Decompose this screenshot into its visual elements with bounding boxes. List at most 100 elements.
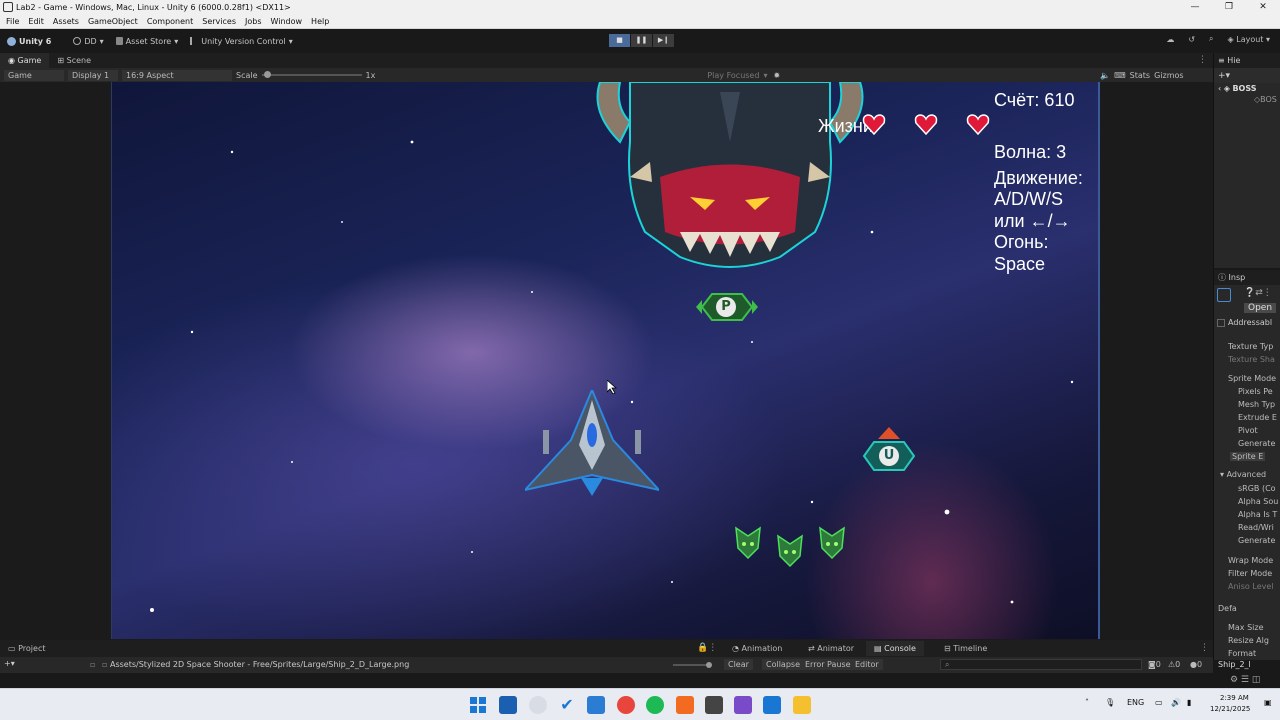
mute-audio-icon[interactable]: 🔈 — [1100, 71, 1110, 80]
bug-icon[interactable]: ✹ — [773, 71, 780, 80]
file-explorer-icon[interactable] — [793, 696, 811, 714]
search-icon[interactable]: ⌕ — [1209, 34, 1213, 44]
visual-studio-icon[interactable] — [734, 696, 752, 714]
notification-icon[interactable]: ▣ — [1264, 698, 1272, 707]
open-button[interactable]: Open — [1244, 303, 1277, 313]
windows-start-icon[interactable] — [470, 697, 486, 713]
tab-hierarchy[interactable]: ≡ Hie — [1214, 53, 1280, 68]
search-icon[interactable] — [529, 696, 547, 714]
menu-help[interactable]: Help — [311, 17, 329, 26]
version-control-dropdown[interactable]: Unity Version Control ▾ — [190, 37, 293, 46]
unity-account-button[interactable]: Unity 6 — [7, 36, 51, 46]
gamepad-icon: ◉ — [8, 56, 18, 65]
vscode-icon[interactable] — [587, 696, 605, 714]
cloud-icon[interactable]: ☁ — [1166, 35, 1174, 44]
error-count[interactable]: ●0 — [1190, 660, 1202, 669]
tab-animator[interactable]: ⇄ Animator — [800, 641, 862, 656]
scale-slider[interactable] — [261, 71, 362, 78]
more-menu-icon[interactable]: ⋮ — [1198, 55, 1207, 65]
console-icon: ▤ — [874, 644, 885, 653]
display-dropdown[interactable]: Display 1 — [68, 69, 118, 81]
settings-icon[interactable]: ❔⇄⋮ — [1244, 288, 1272, 298]
unity-hub-icon[interactable] — [705, 696, 723, 714]
add-icon[interactable]: +▾ — [4, 659, 15, 668]
app-icon-widgets[interactable] — [499, 696, 517, 714]
gizmos-button[interactable]: Gizmos — [1154, 71, 1183, 80]
game-canvas[interactable]: P U Счёт: 610 Жизни Волна: 3 Движение: A… — [111, 82, 1100, 639]
advanced-foldout[interactable]: ▾ Advanced — [1220, 470, 1266, 479]
menu-jobs[interactable]: Jobs — [245, 17, 262, 26]
zoom-slider-handle[interactable] — [706, 662, 712, 668]
pause-button[interactable]: ❚❚ — [631, 34, 652, 47]
keyboard-icon[interactable]: ⌨ — [1114, 71, 1126, 80]
menu-gameobject[interactable]: GameObject — [88, 17, 138, 26]
clock-date[interactable]: 12/21/2025 — [1210, 705, 1250, 713]
add-icon[interactable]: +▾ — [1218, 71, 1230, 81]
bottom-panel-toolbar: +▾ ▫ ▫ Assets/Stylized 2D Space Shooter … — [0, 657, 1251, 673]
lives-hearts — [862, 114, 990, 136]
menu-edit[interactable]: Edit — [28, 17, 44, 26]
chevron-up-icon[interactable]: ˄ — [1085, 698, 1089, 707]
language-indicator[interactable]: ENG — [1127, 698, 1144, 707]
chevron-down-icon: ▾ — [174, 36, 179, 46]
inspector-field-label: Generate — [1238, 439, 1276, 448]
tab-project[interactable]: ▭ Project — [0, 641, 53, 656]
tab-timeline[interactable]: ⊟ Timeline — [936, 641, 995, 656]
warning-count[interactable]: ⚠0 — [1168, 660, 1180, 669]
tab-game[interactable]: ◉ Game — [0, 53, 50, 68]
log-count[interactable]: ◙0 — [1148, 660, 1161, 669]
error-pause-button[interactable]: Error Pause — [801, 659, 855, 670]
clear-button[interactable]: Clear — [724, 659, 753, 670]
console-search-input[interactable]: ⌕ — [940, 659, 1142, 670]
aspect-dropdown[interactable]: 16:9 Aspect — [122, 69, 232, 81]
stop-button[interactable]: ■ — [609, 34, 630, 47]
menu-component[interactable]: Component — [147, 17, 193, 26]
stats-button[interactable]: Stats — [1130, 71, 1150, 80]
microphone-icon[interactable]: 🎙 — [1105, 698, 1115, 707]
chrome-icon[interactable] — [617, 696, 635, 714]
menu-file[interactable]: File — [6, 17, 19, 26]
boss-dragon — [596, 82, 864, 268]
enemy-squad — [735, 526, 845, 568]
account-label: DD — [84, 36, 97, 46]
game-view-area: P U Счёт: 610 Жизни Волна: 3 Движение: A… — [0, 82, 1213, 640]
platform-tab-default[interactable]: Defa — [1218, 604, 1237, 613]
clock-time[interactable]: 2:39 AM — [1220, 694, 1249, 702]
outlook-icon[interactable] — [763, 696, 781, 714]
close-button[interactable]: ✕ — [1246, 0, 1280, 15]
asset-store-dropdown[interactable]: Asset Store ▾ — [115, 36, 179, 46]
step-button[interactable]: ▶❙ — [653, 34, 674, 47]
network-icon[interactable]: ▭ — [1155, 698, 1163, 707]
addressable-checkbox[interactable] — [1217, 319, 1225, 327]
account-dropdown[interactable]: DD ▾ — [73, 36, 104, 46]
history-icon[interactable]: ↺ — [1188, 35, 1195, 44]
hierarchy-scene-row[interactable]: ‹ ◈ BOSS — [1214, 84, 1280, 93]
hierarchy-scene-label: BOSS — [1232, 84, 1257, 93]
menu-assets[interactable]: Assets — [53, 17, 79, 26]
status-icons[interactable]: ⚙ ☰ ◫ — [1230, 675, 1260, 685]
maximize-button[interactable]: ❐ — [1212, 0, 1246, 15]
play-focused-dropdown[interactable]: Play Focused — [707, 71, 759, 80]
todo-check-icon[interactable]: ✔ — [558, 696, 576, 714]
minimize-button[interactable]: — — [1178, 0, 1212, 15]
tab-scene[interactable]: ⊞ Scene — [49, 53, 99, 68]
spotify-icon[interactable] — [646, 696, 664, 714]
tab-console[interactable]: ▤ Console — [866, 641, 924, 656]
collapse-button[interactable]: Collapse — [762, 659, 804, 670]
layout-dropdown[interactable]: ◈ Layout ▾ — [1228, 35, 1270, 44]
menu-services[interactable]: Services — [202, 17, 236, 26]
lock-icon[interactable]: 🔒⋮ — [697, 643, 717, 653]
scale-slider-handle[interactable] — [263, 71, 271, 78]
tab-inspector[interactable]: ⓘ Insp — [1214, 270, 1280, 285]
hierarchy-item[interactable]: ◇BOS — [1214, 95, 1280, 104]
tab-animation[interactable]: ◔ Animation — [724, 641, 790, 656]
game-mode-dropdown[interactable]: Game — [4, 69, 64, 81]
sublime-icon[interactable] — [676, 696, 694, 714]
volume-icon[interactable]: 🔊 — [1171, 698, 1181, 707]
more-menu-icon[interactable]: ⋮ — [1200, 643, 1209, 653]
menu-window[interactable]: Window — [271, 17, 303, 26]
editor-dropdown[interactable]: Editor — [851, 659, 883, 670]
branch-icon — [190, 37, 198, 45]
battery-icon[interactable]: ▮ — [1187, 698, 1191, 707]
sprite-editor-button[interactable]: Sprite E — [1230, 452, 1266, 461]
